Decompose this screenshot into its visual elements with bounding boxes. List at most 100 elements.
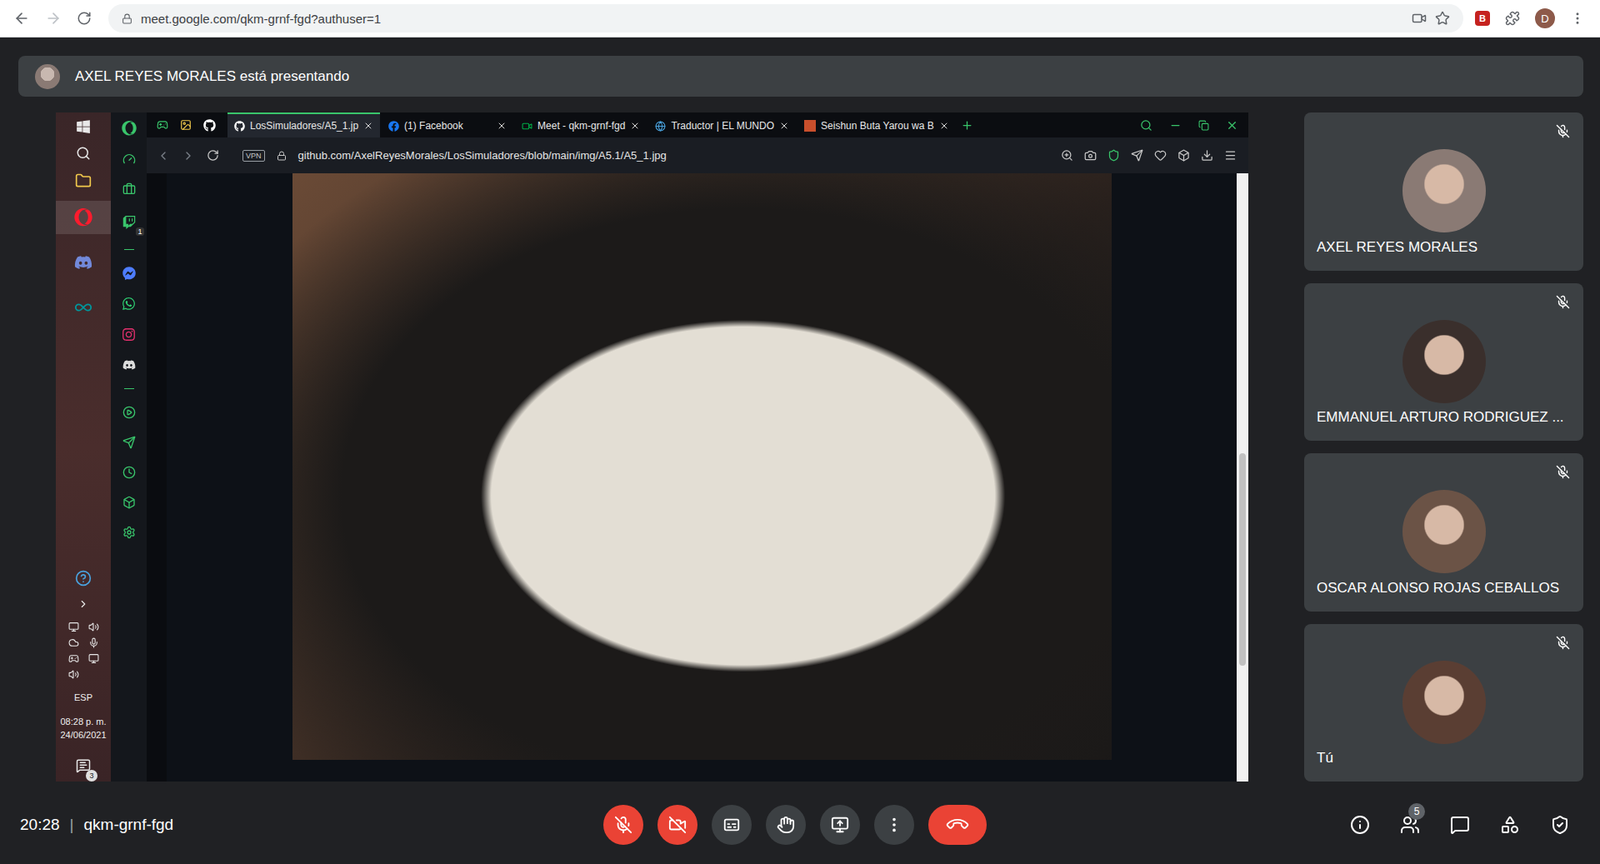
participant-tile[interactable]: AXEL REYES MORALES xyxy=(1304,112,1584,271)
scrollbar[interactable] xyxy=(1236,173,1249,782)
download-icon[interactable] xyxy=(1200,149,1214,162)
folder-icon[interactable] xyxy=(75,172,92,190)
browser-tab[interactable]: (1) Facebook xyxy=(381,112,514,138)
snapshot-icon[interactable] xyxy=(1084,149,1097,162)
presenting-banner: AXEL REYES MORALES está presentando xyxy=(18,55,1584,97)
participant-tile[interactable]: Tú xyxy=(1304,624,1584,783)
reload-icon[interactable] xyxy=(76,10,92,26)
chat-icon[interactable] xyxy=(1450,815,1470,835)
easy-setup-icon[interactable] xyxy=(1224,149,1237,162)
star-icon[interactable] xyxy=(1435,10,1450,26)
captions-button[interactable] xyxy=(711,805,752,845)
participant-name: OSCAR ALONSO ROJAS CEBALLOS xyxy=(1316,580,1575,597)
extensions-icon[interactable] xyxy=(122,495,136,510)
player-icon[interactable] xyxy=(122,405,136,420)
close-tab-icon[interactable] xyxy=(779,120,790,131)
close-window-icon[interactable] xyxy=(1225,119,1239,132)
new-tab-icon[interactable] xyxy=(960,119,974,132)
github-pinned-icon[interactable] xyxy=(203,119,216,132)
address-bar[interactable]: meet.google.com/qkm-grnf-fgd?authuser=1 xyxy=(108,4,1464,33)
profile-avatar[interactable]: D xyxy=(1535,8,1555,29)
opera-menu-icon[interactable] xyxy=(121,120,137,136)
camera-icon[interactable] xyxy=(1411,10,1427,26)
close-tab-icon[interactable] xyxy=(363,120,374,131)
adblock-icon[interactable] xyxy=(1107,149,1120,162)
taskbar-app[interactable] xyxy=(55,245,111,280)
browser-tab[interactable]: Meet - qkm-grnf-fgd xyxy=(515,112,647,138)
zoom-icon[interactable] xyxy=(1060,149,1074,162)
page-content xyxy=(146,173,1237,782)
url[interactable]: github.com/AxelReyesMorales/LosSimulador… xyxy=(298,149,1050,162)
camera-button[interactable] xyxy=(657,805,698,845)
close-tab-icon[interactable] xyxy=(630,120,640,131)
back-icon[interactable] xyxy=(13,10,30,27)
close-tab-icon[interactable] xyxy=(496,120,507,131)
workspace-icon[interactable] xyxy=(122,182,136,196)
chevron-icon[interactable] xyxy=(77,598,90,610)
vpn-badge[interactable]: VPN xyxy=(242,150,265,162)
whatsapp-icon[interactable] xyxy=(121,296,136,311)
url[interactable]: meet.google.com/qkm-grnf-fgd?authuser=1 xyxy=(140,11,1404,26)
speaker-icon xyxy=(68,669,80,680)
gallery-icon[interactable] xyxy=(180,119,192,131)
meeting-controls: 20:28|qkm-grnf-fgd5 xyxy=(0,785,1600,864)
help-icon[interactable] xyxy=(75,570,92,587)
gx-icon[interactable] xyxy=(156,119,169,131)
participant-count: 5 xyxy=(1408,803,1425,820)
reload-icon[interactable] xyxy=(206,149,220,162)
forward-icon[interactable] xyxy=(45,10,62,27)
participant-tiles: AXEL REYES MORALES EMMANUEL ARTURO RODRIG… xyxy=(1304,112,1584,782)
lock-icon xyxy=(276,150,287,161)
scroll-thumb[interactable] xyxy=(1239,453,1246,667)
bookmark-icon[interactable] xyxy=(1154,149,1167,162)
tab-search-icon[interactable] xyxy=(1140,119,1153,132)
browser-tab[interactable]: LosSimuladores/A5_1.jp xyxy=(227,112,380,138)
people-button[interactable]: 5 xyxy=(1400,815,1420,835)
activities-icon[interactable] xyxy=(1500,815,1520,835)
raise-hand-button[interactable] xyxy=(765,805,806,845)
participant-avatar xyxy=(1402,660,1486,745)
instagram-icon[interactable] xyxy=(121,327,136,342)
share-icon[interactable] xyxy=(1130,149,1144,162)
back-icon[interactable] xyxy=(156,149,170,163)
participant-tile[interactable]: EMMANUEL ARTURO RODRIGUEZ ... xyxy=(1304,283,1584,442)
browser-tab[interactable]: Seishun Buta Yarou wa B xyxy=(797,112,956,138)
tab-bar: LosSimuladores/A5_1.jp(1) FacebookMeet -… xyxy=(146,112,1249,138)
forward-icon[interactable] xyxy=(181,149,195,163)
twitch-button[interactable]: 1 xyxy=(119,212,140,233)
send-icon[interactable] xyxy=(122,435,136,450)
menu-icon[interactable] xyxy=(1570,10,1585,26)
clock-date[interactable]: 24/06/2021 xyxy=(60,729,106,742)
muted-mic-icon xyxy=(1555,295,1570,310)
clock-time[interactable]: 08:28 p. m. xyxy=(60,715,106,729)
mic-off-icon xyxy=(614,815,633,835)
info-icon[interactable] xyxy=(1350,815,1370,835)
host-controls-icon[interactable] xyxy=(1550,815,1570,835)
opera-window: LosSimuladores/A5_1.jp(1) FacebookMeet -… xyxy=(146,112,1249,782)
more-options-button[interactable] xyxy=(874,805,915,845)
settings-icon[interactable] xyxy=(122,525,136,540)
browser-tab[interactable]: Traductor | EL MUNDO xyxy=(648,112,796,138)
leave-call-button[interactable] xyxy=(928,805,987,845)
mic-button[interactable] xyxy=(603,805,644,845)
present-button[interactable] xyxy=(820,805,860,845)
search-icon[interactable] xyxy=(75,145,91,161)
minimize-icon[interactable] xyxy=(1169,119,1182,132)
participant-name: Tú xyxy=(1316,750,1575,767)
close-tab-icon[interactable] xyxy=(939,120,950,131)
speed-dial-icon[interactable] xyxy=(122,152,136,166)
language[interactable]: ESP xyxy=(74,691,93,705)
messenger-icon[interactable] xyxy=(122,266,136,280)
history-icon[interactable] xyxy=(122,465,136,480)
restore-icon[interactable] xyxy=(1198,120,1210,131)
participant-tile[interactable]: OSCAR ALONSO ROJAS CEBALLOS xyxy=(1304,453,1584,612)
twitch-badge: 1 xyxy=(135,227,144,236)
box-icon[interactable] xyxy=(1177,149,1190,162)
taskbar-app[interactable] xyxy=(55,200,111,235)
participant-name: AXEL REYES MORALES xyxy=(1316,239,1575,256)
extensions-icon[interactable] xyxy=(1505,10,1520,26)
extension-badge[interactable]: B xyxy=(1475,10,1490,26)
taskbar-app[interactable] xyxy=(55,290,111,325)
windows-start-icon[interactable] xyxy=(75,119,91,135)
discord-sidebar-icon[interactable] xyxy=(122,358,136,372)
